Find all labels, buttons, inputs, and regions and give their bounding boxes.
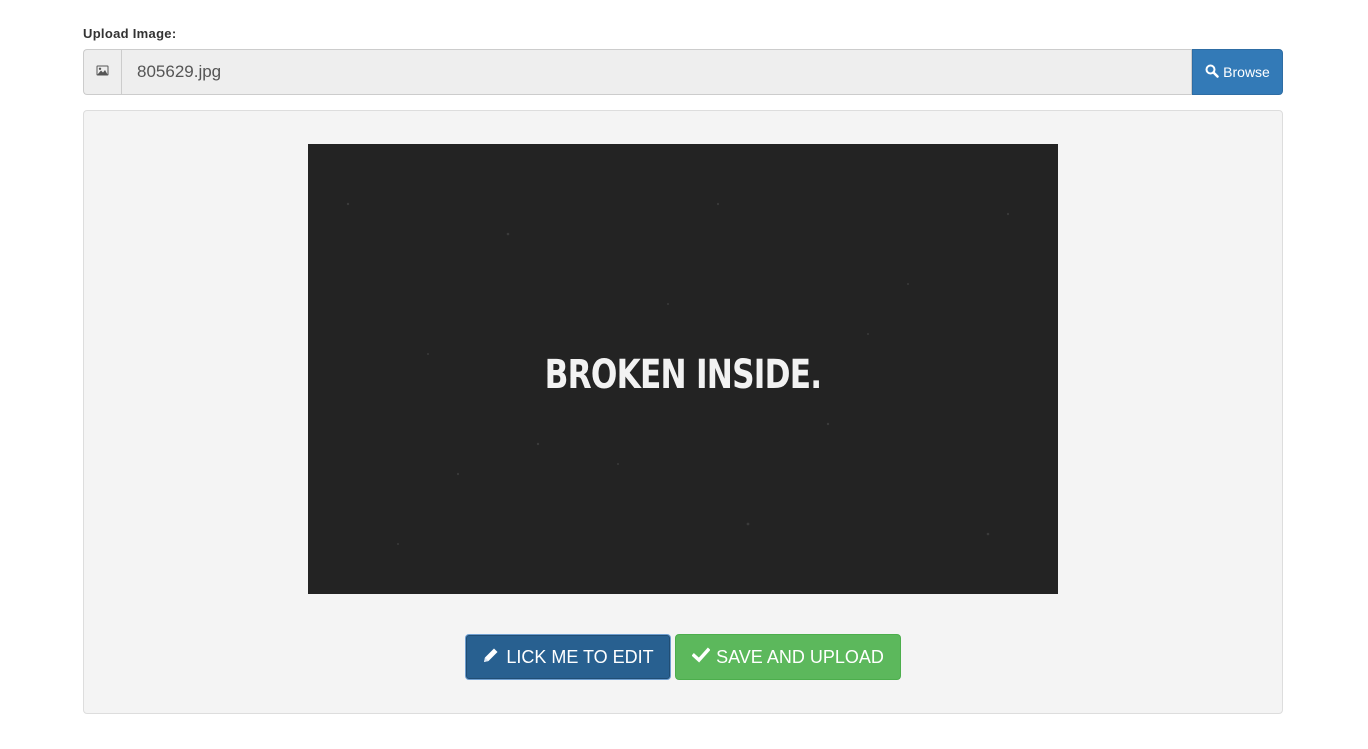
check-icon — [691, 647, 711, 668]
file-input-group: 805629.jpg Browse — [83, 49, 1283, 95]
image-addon — [83, 49, 121, 95]
edit-button[interactable]: LICK ME TO EDIT — [465, 634, 671, 680]
pencil-icon — [482, 646, 500, 669]
save-button-label: SAVE AND UPLOAD — [716, 646, 884, 667]
preview-panel: BROKEN INSIDE. LICK ME TO EDIT SAVE AND … — [83, 110, 1283, 714]
browse-label: Browse — [1223, 64, 1270, 80]
image-preview: BROKEN INSIDE. — [308, 144, 1058, 594]
file-name-text: 805629.jpg — [137, 62, 222, 81]
image-icon — [96, 63, 109, 81]
action-buttons: LICK ME TO EDIT SAVE AND UPLOAD — [465, 634, 901, 680]
preview-image-text: BROKEN INSIDE. — [544, 352, 823, 398]
save-upload-button[interactable]: SAVE AND UPLOAD — [675, 634, 901, 680]
browse-button[interactable]: Browse — [1192, 49, 1283, 95]
edit-button-label: LICK ME TO EDIT — [506, 646, 654, 667]
upload-image-label: Upload Image: — [83, 26, 177, 41]
search-icon — [1205, 64, 1219, 81]
file-name-field[interactable]: 805629.jpg — [121, 49, 1192, 95]
